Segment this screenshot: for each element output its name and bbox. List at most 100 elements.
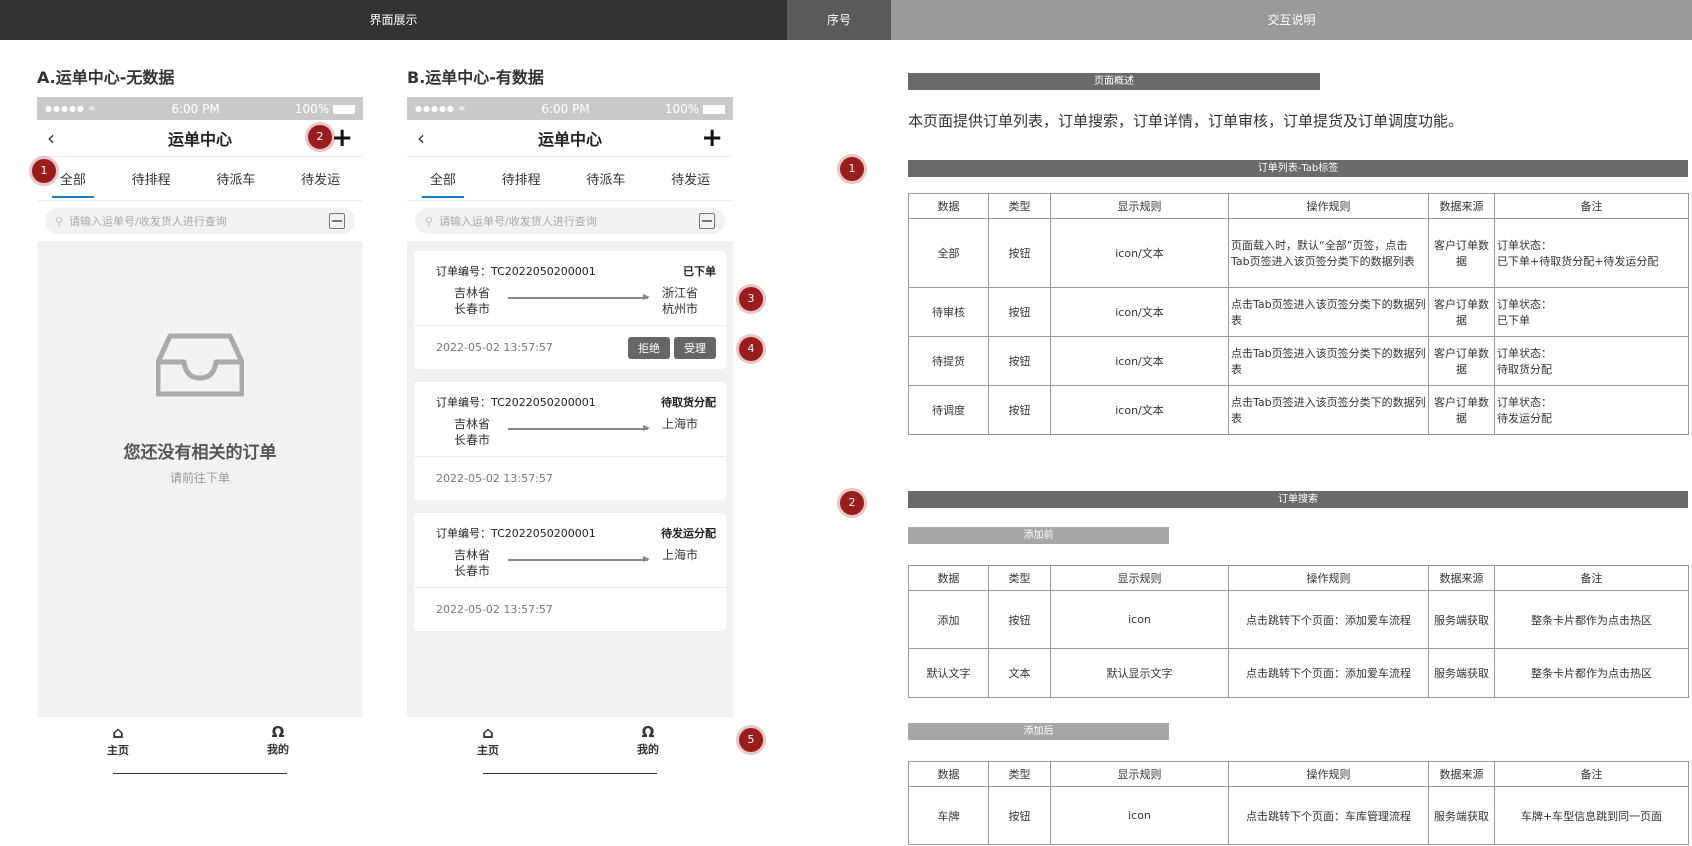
order-route: 吉林省 长春市 浙江省 杭州市 [414,285,726,325]
origin-province: 吉林省 [454,548,491,562]
tab-pending-dispatch[interactable]: 待派车 [582,169,629,188]
search-icon: ⚲ [425,214,434,228]
home-indicator [113,773,287,774]
accept-button[interactable]: 受理 [674,336,716,359]
tab-pending-shipment[interactable]: 待发运 [297,169,344,188]
phone-with-data: ●●●●● ≋ 6:00 PM 100% ‹ 运单中心 + 全部 待排程 待派车… [407,97,733,717]
marker-1: 1 [32,159,56,183]
cell: icon/文本 [1050,336,1229,386]
tab-mine-label: 我的 [267,743,289,756]
cell: 按钮 [988,590,1051,649]
cell: 订单状态： 待取货分配 [1494,336,1689,386]
tab-mine-label: 我的 [637,743,659,756]
order-route: 吉林省 长春市 上海市 [414,547,726,587]
tab-pending-shipment[interactable]: 待发运 [667,169,714,188]
back-icon[interactable]: ‹ [47,126,67,150]
signal-icon: ●●●●● ≋ [415,104,467,113]
cell: icon/文本 [1050,218,1229,288]
col-header: 操作规则 [1228,193,1429,219]
cell: 车牌+车型信息跳到同一页面 [1494,786,1689,845]
marker-2-spec: 2 [840,491,864,515]
cell: 订单状态： 待发运分配 [1494,385,1689,435]
tab-pending-schedule[interactable]: 待排程 [128,169,175,188]
col-header: 显示规则 [1050,565,1229,591]
order-card[interactable]: 订单编号：TC2022050200001 待取货分配 吉林省 长春市 上海市 202… [414,382,726,500]
col-header: 备注 [1494,761,1689,787]
search-icon: ⚲ [55,214,64,228]
col-header: 数据来源 [1428,193,1495,219]
cell: 客户订单数据 [1428,336,1495,386]
section-b-title: B.运单中心-有数据 [407,68,544,87]
order-status: 待发运分配 [661,527,716,540]
search-area: ⚲ 请输入运单号/收发货人进行查询 [37,201,363,241]
tab-pending-dispatch[interactable]: 待派车 [212,169,259,188]
search-placeholder: 请输入运单号/收发货人进行查询 [69,215,227,228]
tab-bar: 全部 待排程 待派车 待发运 [37,157,363,201]
battery-label: 100% [664,101,700,116]
bottom-tabbar-b: ⌂ 主页 Ω 我的 [407,717,733,787]
origin-province: 吉林省 [454,417,491,431]
cell: 按钮 [988,287,1051,337]
cell: 添加 [908,590,989,649]
order-card[interactable]: 订单编号：TC2022050200001 已下单 吉林省 长春市 浙江省 杭州市 20… [414,251,726,369]
tab-home-label: 主页 [477,744,499,757]
home-icon: ⌂ [482,723,494,742]
tab-mine[interactable]: Ω 我的 [267,723,289,757]
col-header: 数据 [908,761,989,787]
origin: 吉林省 长春市 [454,547,490,579]
destination: 上海市 [662,547,698,563]
back-icon[interactable]: ‹ [417,126,437,150]
after-add-table: 数据 类型 显示规则 操作规则 数据来源 备注 车牌 按钮 icon 点击跳转下… [908,761,1689,845]
after-add-bar: 添加后 [908,723,1169,740]
tab-all[interactable]: 全部 [421,169,464,198]
col-header: 数据来源 [1428,761,1495,787]
origin: 吉林省 长春市 [454,416,490,448]
marker-2: 2 [308,125,332,149]
cell: icon/文本 [1050,287,1229,337]
scan-icon[interactable] [699,213,715,229]
tab-home[interactable]: ⌂ 主页 [477,723,499,758]
add-order-button[interactable]: + [701,125,723,151]
search-input[interactable]: ⚲ 请输入运单号/收发货人进行查询 [45,208,355,234]
section-a-title: A.运单中心-无数据 [37,68,175,87]
col-header: 操作规则 [1228,565,1429,591]
cell: 待审核 [908,287,989,337]
destination-city: 杭州市 [662,302,699,316]
before-add-table: 数据 类型 显示规则 操作规则 数据来源 备注 添加 按钮 icon 点击跳转下… [908,565,1689,698]
order-time: 2022-05-02 13:57:57 [436,603,553,616]
status-time: 6:00 PM [541,101,590,116]
user-icon: Ω [271,723,285,741]
status-time: 6:00 PM [171,101,220,116]
destination: 上海市 [662,416,698,432]
order-card[interactable]: 订单编号：TC2022050200001 待发运分配 吉林省 长春市 上海市 202… [414,513,726,631]
empty-subtitle: 请前往下单 [169,471,230,485]
tab-mine[interactable]: Ω 我的 [637,723,659,757]
battery-label: 100% [294,101,330,116]
add-order-button[interactable]: + [331,125,353,151]
col-header: 显示规则 [1050,761,1229,787]
tab-all[interactable]: 全部 [51,169,94,198]
cell: icon [1050,786,1229,845]
reject-button[interactable]: 拒绝 [628,336,670,359]
marker-1-spec: 1 [840,157,864,181]
scan-icon[interactable] [329,213,345,229]
marker-3: 3 [739,287,763,311]
cell: 整条卡片都作为点击热区 [1494,648,1689,698]
order-number: 订单编号：TC2022050200001 [436,396,596,409]
route-arrow-icon [508,294,650,300]
cell: 整条卡片都作为点击热区 [1494,590,1689,649]
tab-pending-schedule[interactable]: 待排程 [498,169,545,188]
col-header: 显示规则 [1050,193,1229,219]
col-header: 类型 [988,565,1051,591]
header-bar: 界面展示 序号 交互说明 [0,0,1692,40]
cell: 服务端获取 [1428,786,1495,845]
empty-state: 您还没有相关的订单 请前往下单 [37,332,363,486]
search-input[interactable]: ⚲ 请输入运单号/收发货人进行查询 [415,208,725,234]
cell: 点击跳转下个页面：添加爱车流程 [1228,590,1429,649]
tab-home-label: 主页 [107,744,129,757]
origin-city: 长春市 [454,433,491,447]
cell: 默认文字 [908,648,989,698]
home-indicator [483,773,657,774]
cell: 全部 [908,218,989,288]
tab-home[interactable]: ⌂ 主页 [107,723,129,758]
